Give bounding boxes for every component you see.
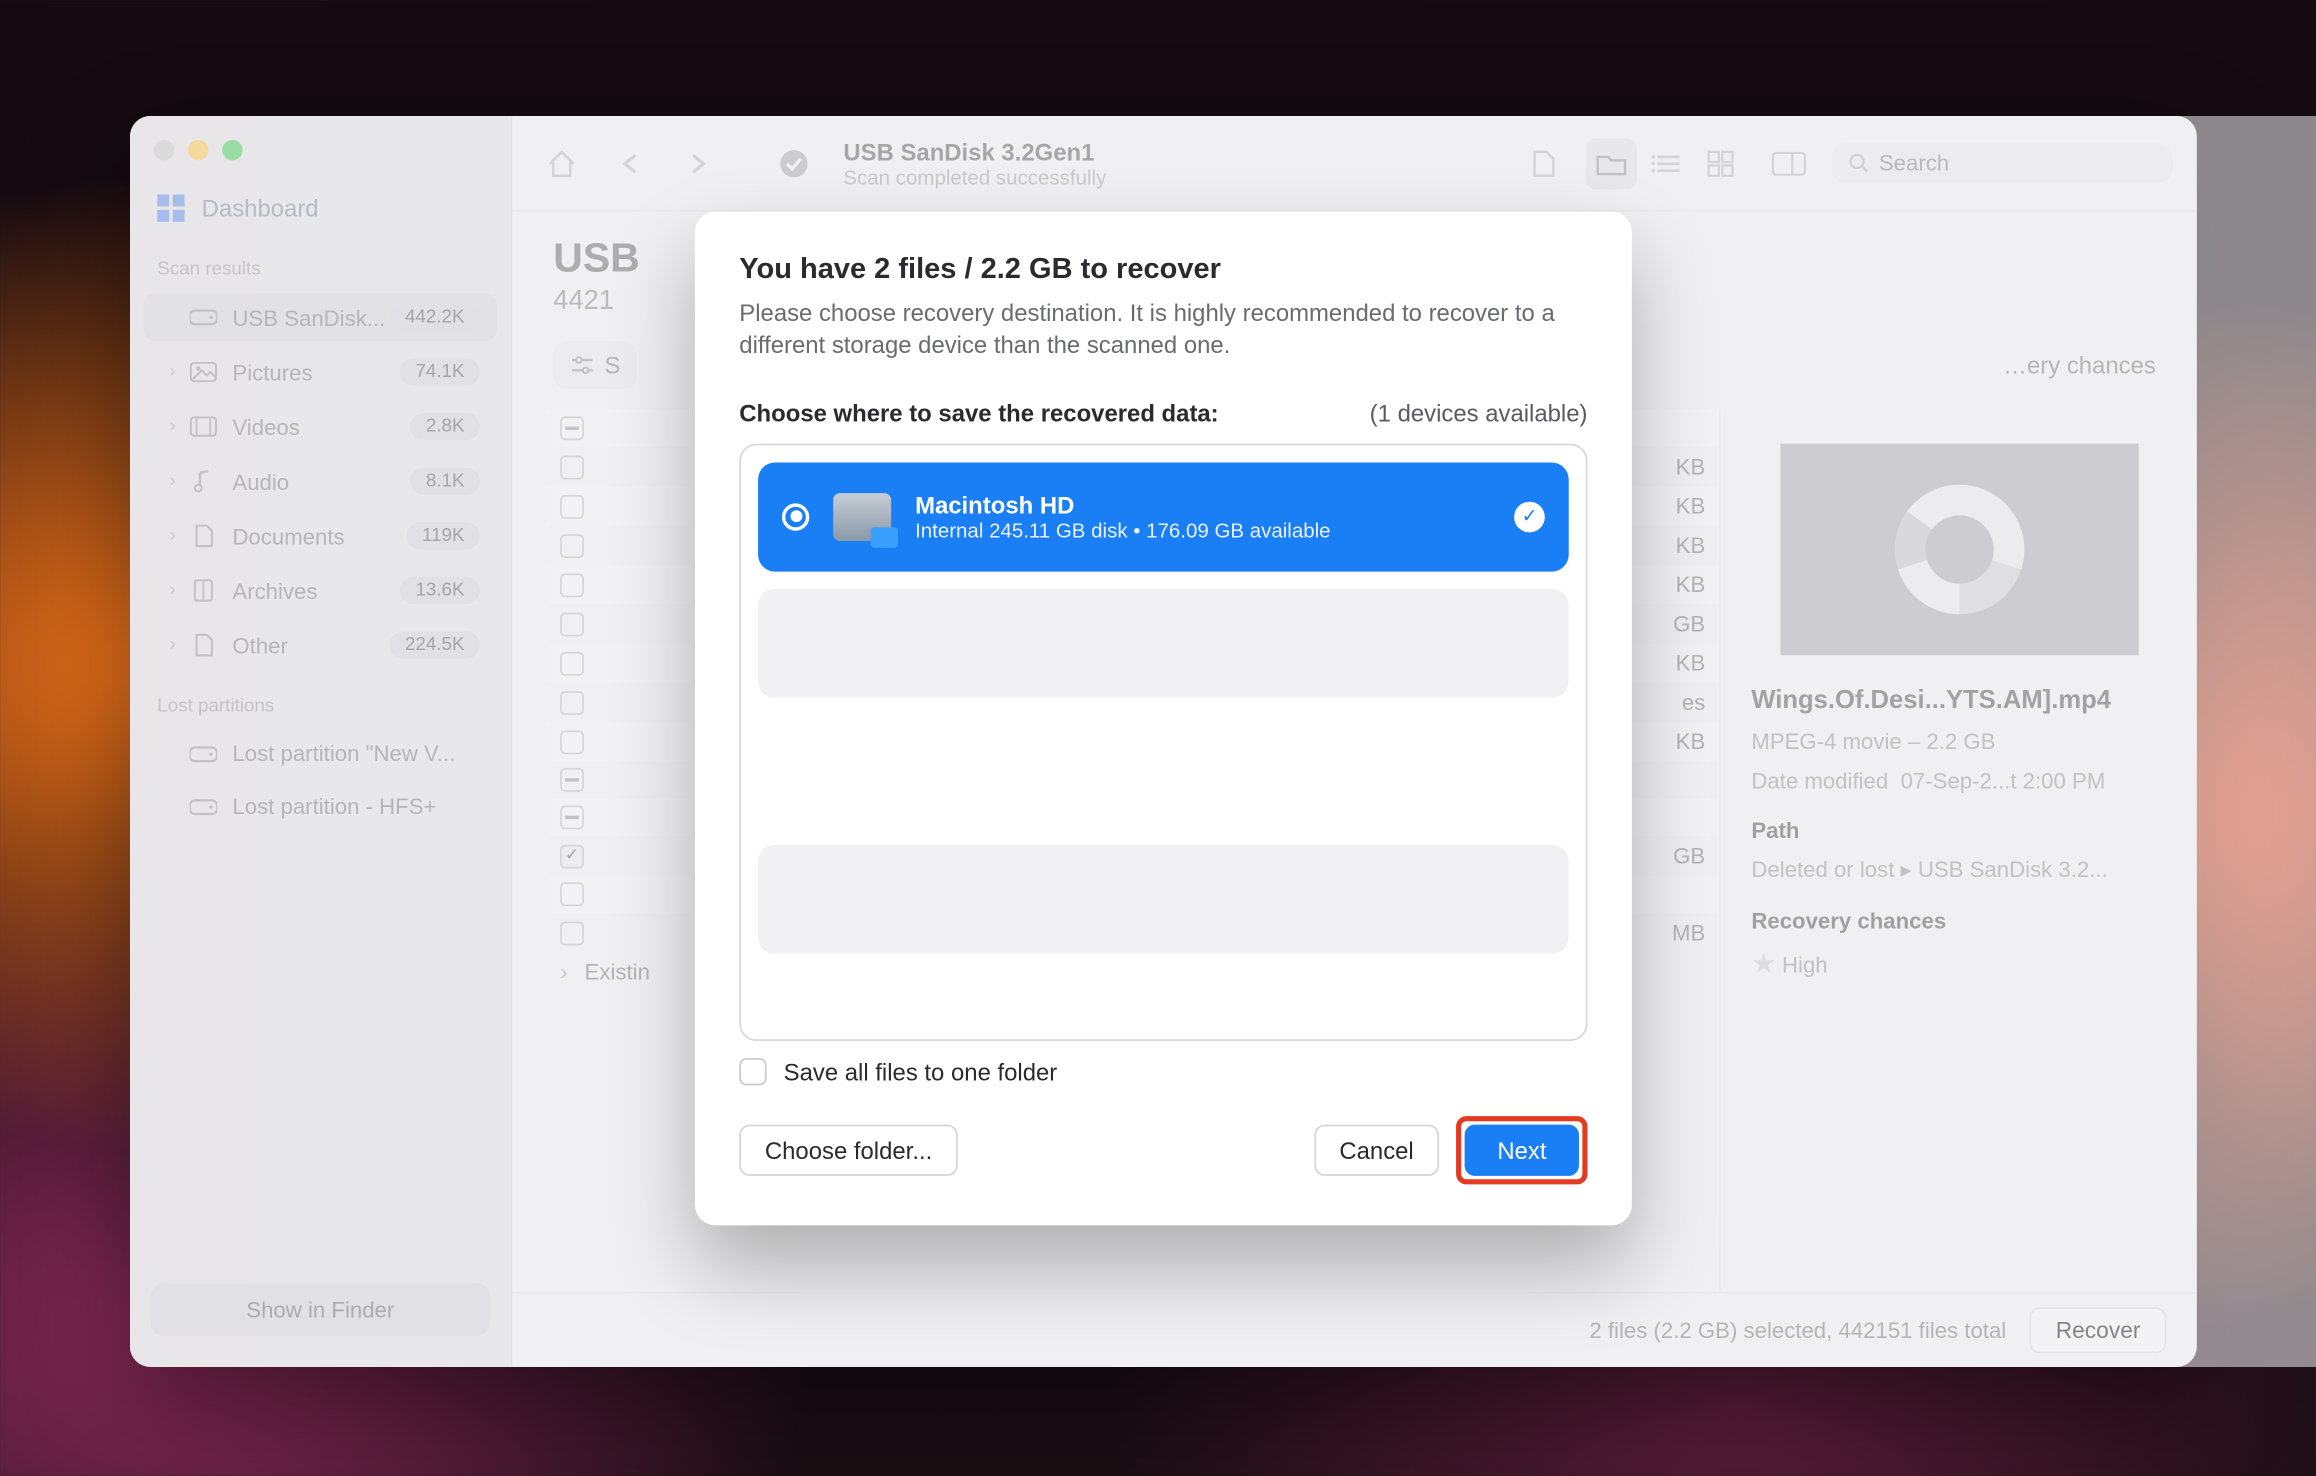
app-window: Dashboard Scan results USB SanDisk... 44… xyxy=(130,116,2197,1367)
check-circle-icon: ✓ xyxy=(1514,501,1545,532)
modal-description: Please choose recovery destination. It i… xyxy=(739,297,1587,361)
recover-destination-dialog: You have 2 files / 2.2 GB to recover Ple… xyxy=(695,212,1632,1226)
destination-meta: Internal 245.11 GB disk • 176.09 GB avai… xyxy=(915,518,1331,542)
modal-title: You have 2 files / 2.2 GB to recover xyxy=(739,253,1587,287)
checkbox-icon[interactable] xyxy=(739,1058,766,1085)
destinations-list: Macintosh HD Internal 245.11 GB disk • 1… xyxy=(739,443,1587,1040)
devices-available-label: (1 devices available) xyxy=(1370,399,1588,426)
destination-option-placeholder xyxy=(758,844,1569,953)
cancel-button[interactable]: Cancel xyxy=(1314,1124,1440,1175)
choose-folder-button[interactable]: Choose folder... xyxy=(739,1124,958,1175)
radio-selected-icon xyxy=(782,503,809,530)
next-button-highlight: Next xyxy=(1456,1116,1587,1184)
internal-disk-icon xyxy=(833,493,891,541)
save-one-folder-row[interactable]: Save all files to one folder xyxy=(739,1058,1587,1085)
save-one-folder-label: Save all files to one folder xyxy=(784,1058,1058,1085)
destination-name: Macintosh HD xyxy=(915,491,1331,518)
choose-destination-label: Choose where to save the recovered data: xyxy=(739,399,1218,426)
destination-option-macintosh-hd[interactable]: Macintosh HD Internal 245.11 GB disk • 1… xyxy=(758,462,1569,571)
next-button[interactable]: Next xyxy=(1465,1124,1579,1175)
destination-option-placeholder xyxy=(758,588,1569,697)
